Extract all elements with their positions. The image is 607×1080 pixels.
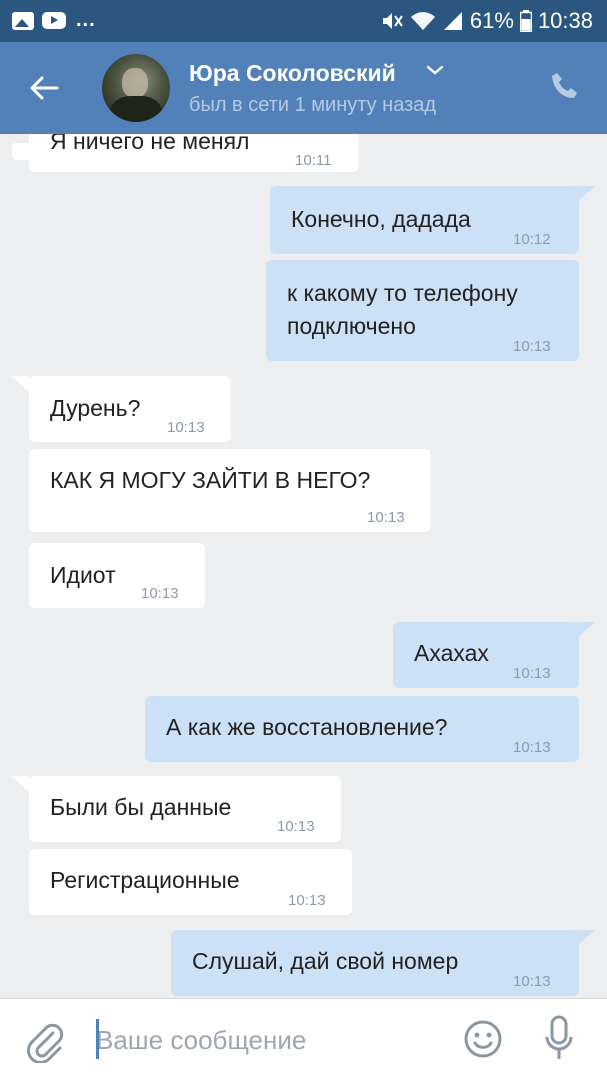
battery-icon [519, 10, 532, 32]
paperclip-icon [27, 1023, 64, 1064]
message-time: 10:13 [513, 973, 551, 990]
more-notifications-indicator: ... [76, 9, 96, 31]
message-outgoing[interactable]: Слушай, дай свой номер 10:13 [171, 930, 579, 996]
message-text: Идиот [50, 562, 116, 588]
bubble-tail [11, 376, 29, 392]
message-incoming[interactable]: Были бы данные 10:13 [29, 776, 341, 842]
message-time: 10:13 [513, 338, 551, 355]
message-incoming[interactable]: Идиот 10:13 [29, 543, 205, 608]
message-time: 10:13 [277, 818, 315, 835]
message-incoming[interactable]: Регистрационные 10:13 [29, 849, 352, 915]
message-text: Я ничего не менял [50, 134, 250, 154]
message-time: 10:12 [513, 231, 551, 248]
message-text: к какому то телефону подключено [287, 280, 518, 339]
message-time: 10:13 [367, 509, 405, 526]
wifi-icon [410, 12, 435, 30]
smiley-icon [464, 1020, 502, 1058]
message-text: КАК Я МОГУ ЗАЙТИ В НЕГО? [50, 467, 371, 493]
chat-header: Юра Соколовский был в сети 1 минуту наза… [0, 42, 607, 134]
system-indicators: 61% 10:38 [380, 8, 593, 34]
clock: 10:38 [537, 8, 593, 33]
phone-icon [552, 73, 577, 98]
message-text: Дурень? [50, 395, 141, 421]
status-bar: ... 61% 10:38 [0, 0, 607, 160]
message-time: 10:13 [288, 892, 326, 909]
bubble-tail [577, 930, 595, 946]
notification-icons: ... [12, 9, 96, 160]
message-text: Слушай, дай свой номер [192, 948, 459, 974]
microphone-icon [545, 1015, 573, 1059]
back-button[interactable] [24, 68, 64, 108]
message-text: Ахахах [414, 640, 489, 666]
message-list[interactable]: Я ничего не менял 10:11 Конечно, дадада … [0, 134, 607, 998]
message-time: 10:13 [141, 585, 179, 602]
message-incoming[interactable]: КАК Я МОГУ ЗАЙТИ В НЕГО? 10:13 [29, 449, 431, 532]
message-text: Регистрационные [50, 867, 240, 893]
battery-percent: 61% [469, 8, 514, 33]
message-text: А как же восстановление? [166, 714, 448, 740]
bubble-tail [577, 622, 595, 638]
youtube-icon [42, 12, 66, 29]
attach-button[interactable] [26, 1019, 66, 1064]
emoji-button[interactable] [463, 1019, 503, 1059]
chevron-down-icon[interactable] [426, 64, 444, 76]
message-outgoing[interactable]: А как же восстановление? 10:13 [145, 696, 579, 762]
message-time: 10:13 [167, 419, 205, 436]
message-input[interactable] [96, 1019, 436, 1061]
message-outgoing[interactable]: Ахахах 10:13 [393, 622, 579, 688]
message-outgoing[interactable]: Конечно, дадада 10:12 [270, 186, 579, 254]
message-incoming[interactable]: Я ничего не менял 10:11 [29, 134, 359, 172]
message-time: 10:13 [513, 739, 551, 756]
message-outgoing[interactable]: к какому то телефону подключено 10:13 [266, 260, 579, 361]
text-cursor [96, 1019, 99, 1059]
bubble-tail [577, 186, 595, 202]
message-time: 10:11 [295, 152, 332, 169]
contact-status: был в сети 1 минуту назад [189, 94, 437, 116]
mute-icon [382, 13, 403, 29]
signal-icon [443, 12, 462, 30]
gallery-icon [12, 11, 34, 30]
contact-name[interactable]: Юра Соколовский [189, 60, 396, 87]
bubble-tail [11, 776, 29, 792]
message-text: Были бы данные [50, 794, 232, 820]
message-composer [0, 998, 607, 1080]
message-text: Конечно, дадада [291, 206, 471, 232]
call-button[interactable] [549, 70, 583, 104]
voice-message-button[interactable] [544, 1015, 574, 1061]
message-incoming[interactable]: Дурень? 10:13 [29, 376, 231, 442]
avatar[interactable] [102, 54, 170, 122]
arrow-left-icon [30, 76, 59, 100]
message-time: 10:13 [513, 665, 551, 682]
